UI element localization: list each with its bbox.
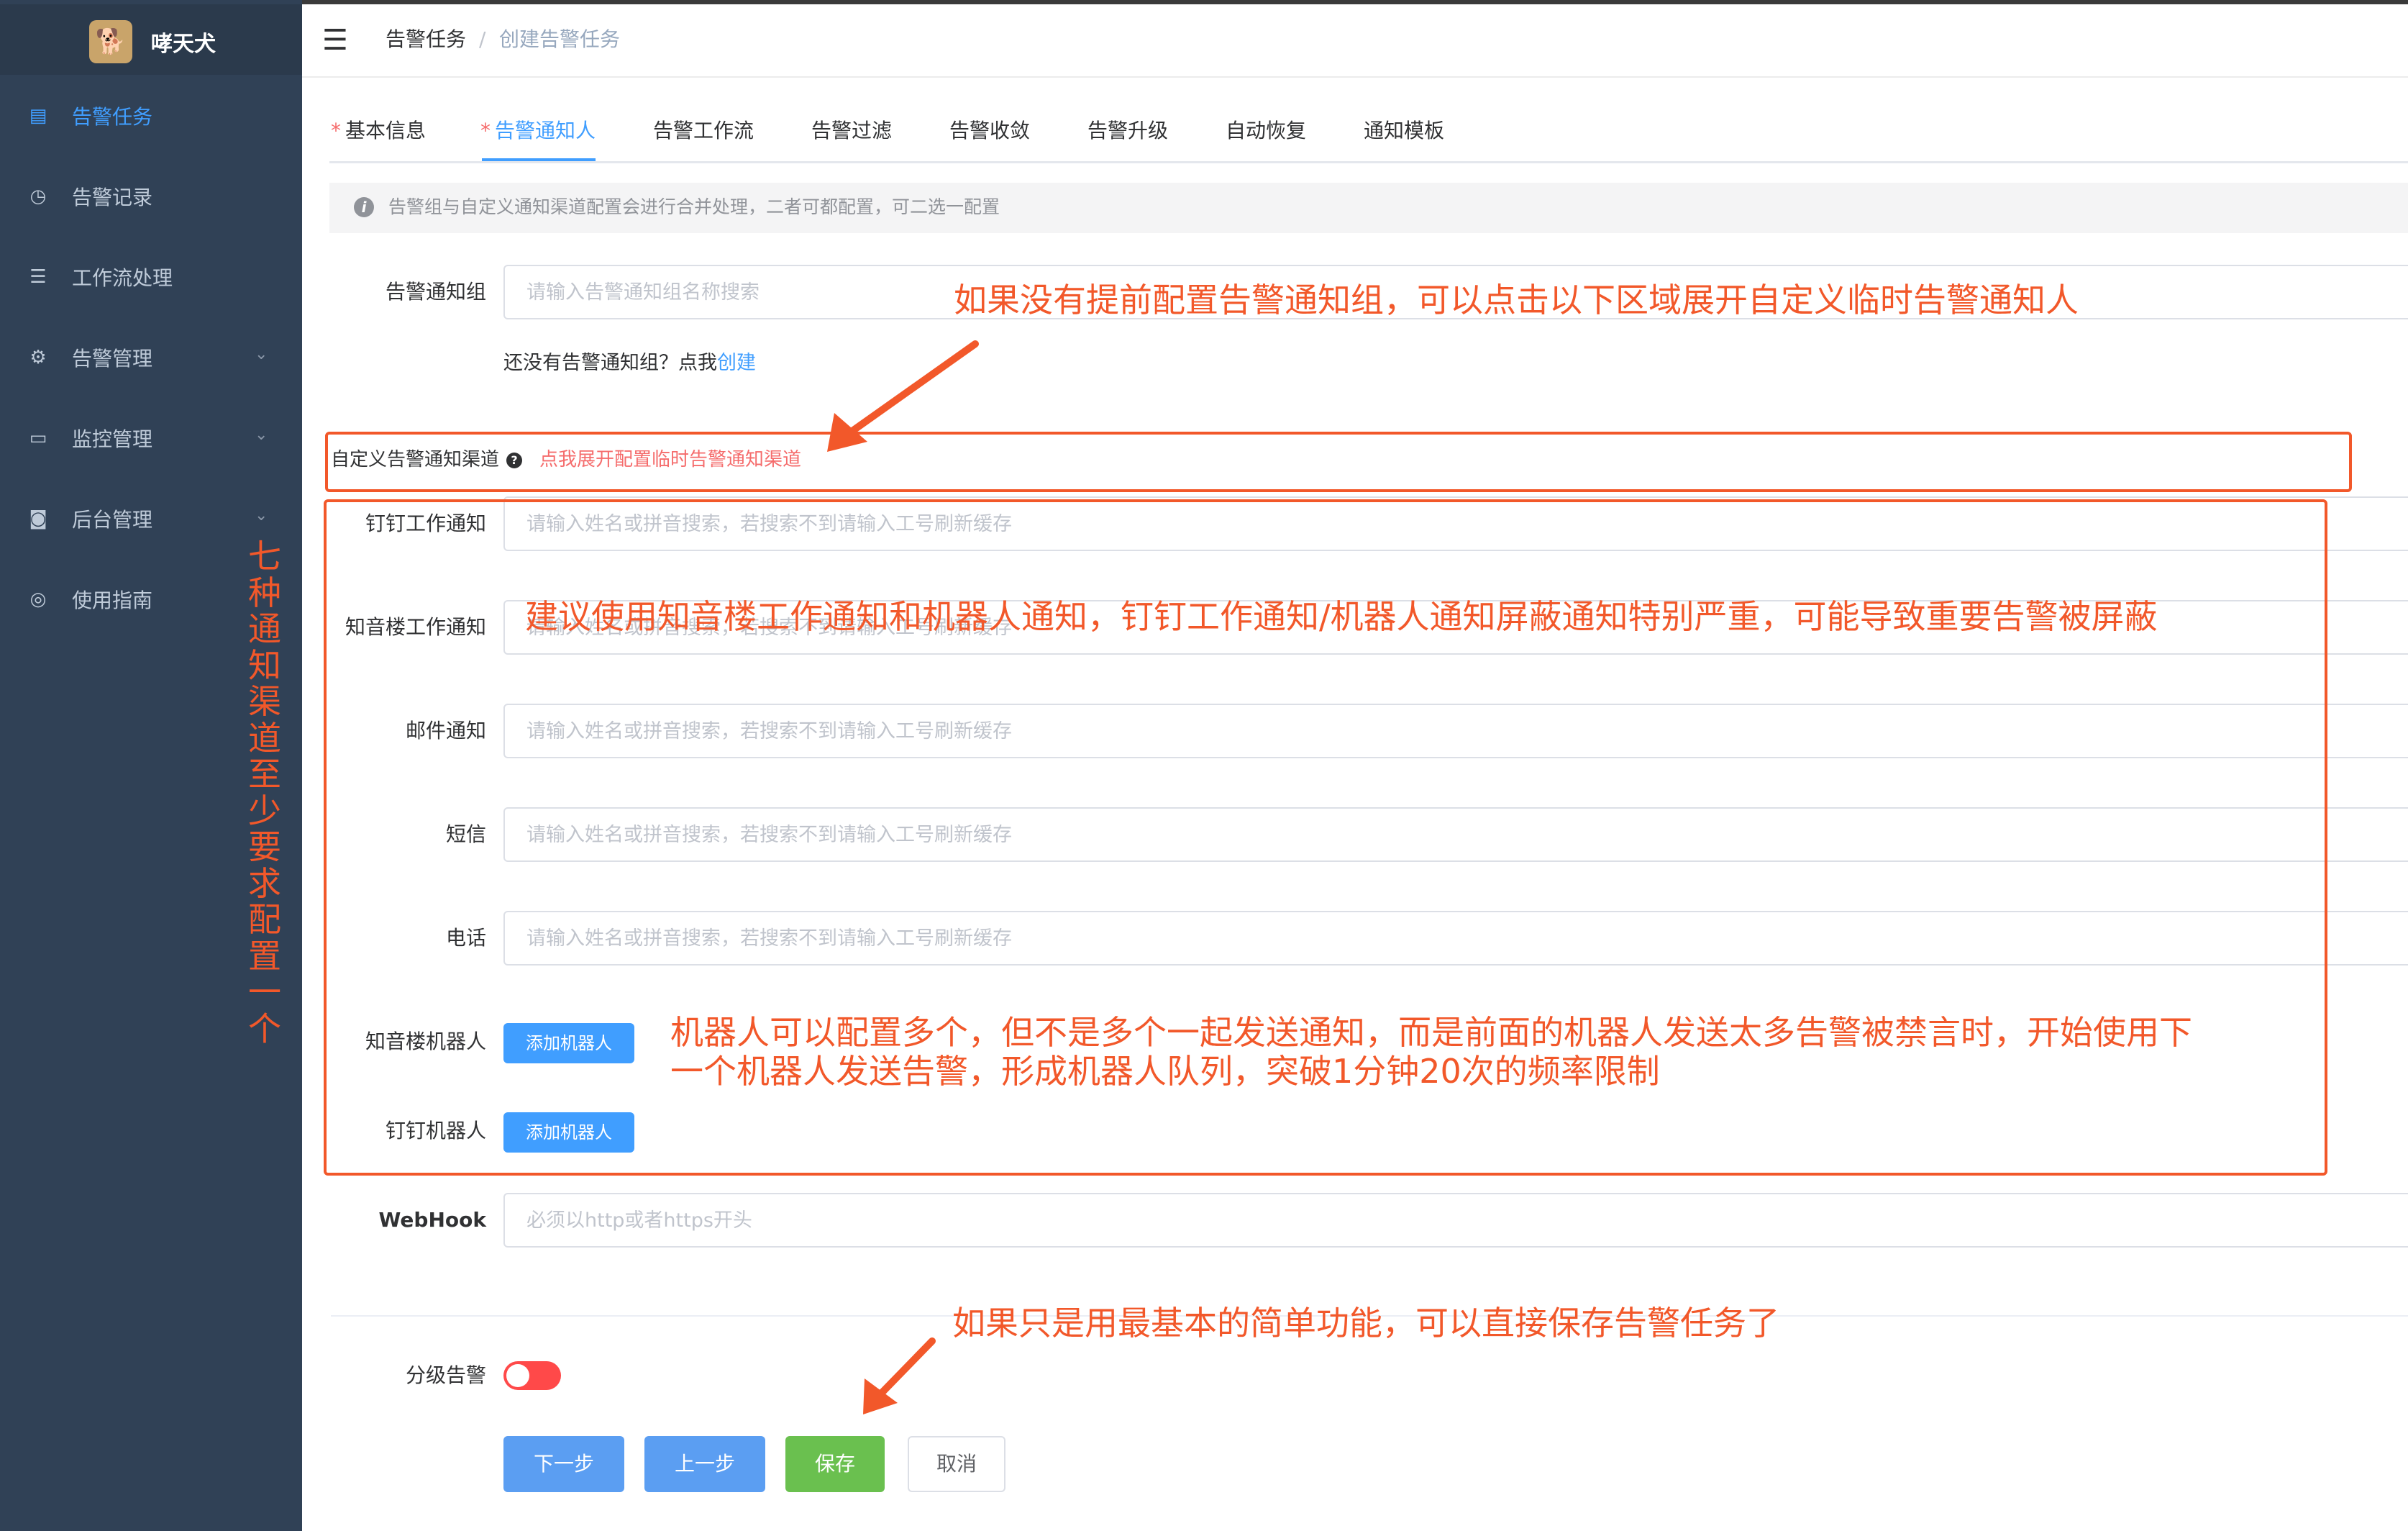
sidebar-item-label: 工作流处理	[72, 266, 173, 290]
tab-auto-recover[interactable]: 自动恢复	[1226, 118, 1306, 144]
webhook-input[interactable]: 必须以http或者https开头	[503, 1193, 2408, 1248]
tab-notify-template[interactable]: 通知模板	[1364, 118, 1444, 144]
prev-step-button[interactable]: 上一步	[644, 1436, 765, 1492]
next-step-button[interactable]: 下一步	[503, 1436, 624, 1492]
sidebar-item-label: 使用指南	[72, 589, 153, 612]
tab-label: 告警收敛	[949, 119, 1031, 142]
annotation-robot-note-line2: 一个机器人发送告警，形成机器人队列，突破1分钟20次的频率限制	[670, 1052, 1660, 1091]
save-button[interactable]: 保存	[785, 1436, 885, 1492]
tab-label: 告警过滤	[811, 119, 893, 142]
sidebar-item-workflow[interactable]: ☰ 工作流处理	[0, 239, 302, 318]
tab-workflow[interactable]: 告警工作流	[653, 118, 754, 144]
info-alert: i 告警组与自定义通知渠道配置会进行合并处理，二者可都配置，可二选一配置	[329, 183, 2408, 233]
breadcrumb-item-tasks[interactable]: 告警任务	[386, 27, 466, 52]
annotation-group-note: 如果没有提前配置告警通知组，可以点击以下区域展开自定义临时告警通知人	[954, 281, 2079, 319]
webhook-label: WebHook	[378, 1208, 486, 1232]
compass-icon: ◎	[29, 589, 47, 610]
monitor-icon: ▭	[29, 427, 47, 449]
sidebar-item-label: 监控管理	[72, 427, 153, 451]
annotation-channel-note: 建议使用知音楼工作通知和机器人通知，钉钉工作通知/机器人通知屏蔽通知特别严重，可…	[525, 597, 2158, 636]
sidebar-item-label: 后台管理	[72, 508, 153, 532]
annotation-box-custom-channel	[325, 432, 2352, 492]
sidebar-item-label: 告警管理	[72, 347, 153, 371]
annotation-vertical-note: 七种通知渠道至少要求配置一个	[248, 537, 281, 1048]
info-icon: i	[354, 197, 374, 217]
annotation-robot-note-line1: 机器人可以配置多个，但不是多个一起发送通知，而是前面的机器人发送太多告警被禁言时…	[670, 1013, 2192, 1052]
tab-filter[interactable]: 告警过滤	[811, 118, 892, 144]
info-alert-text: 告警组与自定义通知渠道配置会进行合并处理，二者可都配置，可二选一配置	[388, 196, 1000, 217]
group-label: 告警通知组	[385, 280, 486, 304]
create-group-link[interactable]: 创建	[717, 352, 756, 374]
breadcrumb-item-create: 创建告警任务	[499, 27, 621, 51]
chevron-down-icon: ⌄	[255, 506, 268, 524]
tab-label: 告警升级	[1087, 119, 1169, 142]
active-tab-indicator	[482, 158, 596, 161]
tab-escalation[interactable]: 告警升级	[1087, 118, 1168, 144]
tab-label: 告警工作流	[653, 119, 754, 142]
tab-label: 告警通知人	[495, 119, 596, 142]
placeholder: 请输入告警通知组名称搜索	[526, 281, 760, 304]
required-mark: *	[331, 119, 341, 142]
app-name: 哮天犬	[151, 32, 216, 57]
tab-label: 自动恢复	[1226, 119, 1307, 142]
required-mark: *	[480, 119, 491, 142]
cancel-button[interactable]: 取消	[908, 1436, 1005, 1492]
sidebar-item-label: 告警任务	[72, 105, 153, 129]
tiered-alert-switch[interactable]	[503, 1361, 561, 1390]
form-tabs: * 基本信息 * 告警通知人 告警工作流 告警过滤 告警收敛 告警升级 自动恢复 通…	[329, 108, 2408, 163]
admin-icon: ◙	[29, 508, 47, 530]
sidebar-item-monitor-management[interactable]: ▭ 监控管理 ⌄	[0, 400, 302, 479]
placeholder: 必须以http或者https开头	[526, 1209, 752, 1232]
tab-label: 基本信息	[345, 119, 427, 142]
clock-icon: ◷	[29, 186, 47, 207]
tab-convergence[interactable]: 告警收敛	[949, 118, 1030, 144]
tab-label: 通知模板	[1364, 119, 1445, 142]
sidebar-item-alert-records[interactable]: ◷ 告警记录	[0, 158, 302, 237]
tiered-alert-label: 分级告警	[405, 1363, 486, 1387]
hint-text: 还没有告警通知组？点我	[503, 352, 717, 374]
tab-basic-info[interactable]: * 基本信息	[331, 118, 426, 144]
logo-area[interactable]: 🐕 哮天犬	[0, 4, 302, 75]
breadcrumb-separator: /	[479, 27, 486, 51]
menu-toggle-icon[interactable]: ☰	[322, 26, 348, 55]
sidebar-item-label: 告警记录	[72, 186, 153, 209]
annotation-save-note: 如果只是用最基本的简单功能，可以直接保存告警任务了	[952, 1304, 1779, 1343]
arrow-to-save-button	[863, 1337, 936, 1414]
nodes-icon: ⚙	[29, 347, 47, 368]
workflow-icon: ☰	[29, 266, 47, 288]
top-header: ☰ 告警任务 / 创建告警任务	[302, 4, 2408, 78]
chevron-down-icon: ⌄	[255, 345, 268, 363]
document-icon: ▤	[29, 105, 47, 127]
sidebar-item-alert-management[interactable]: ⚙ 告警管理 ⌄	[0, 319, 302, 399]
sidebar-item-alert-tasks[interactable]: ▤ 告警任务	[0, 78, 302, 157]
group-create-hint: 还没有告警通知组？点我创建	[503, 351, 756, 376]
dog-logo-icon: 🐕	[89, 20, 132, 63]
tab-notify-receivers[interactable]: * 告警通知人	[480, 118, 596, 144]
sidebar: 🐕 哮天犬 ▤ 告警任务 ◷ 告警记录 ☰ 工作流处理 ⚙ 告警管理 ⌄ ▭ 监…	[0, 0, 302, 1531]
switch-knob	[506, 1364, 529, 1387]
chevron-down-icon: ⌄	[255, 426, 268, 444]
